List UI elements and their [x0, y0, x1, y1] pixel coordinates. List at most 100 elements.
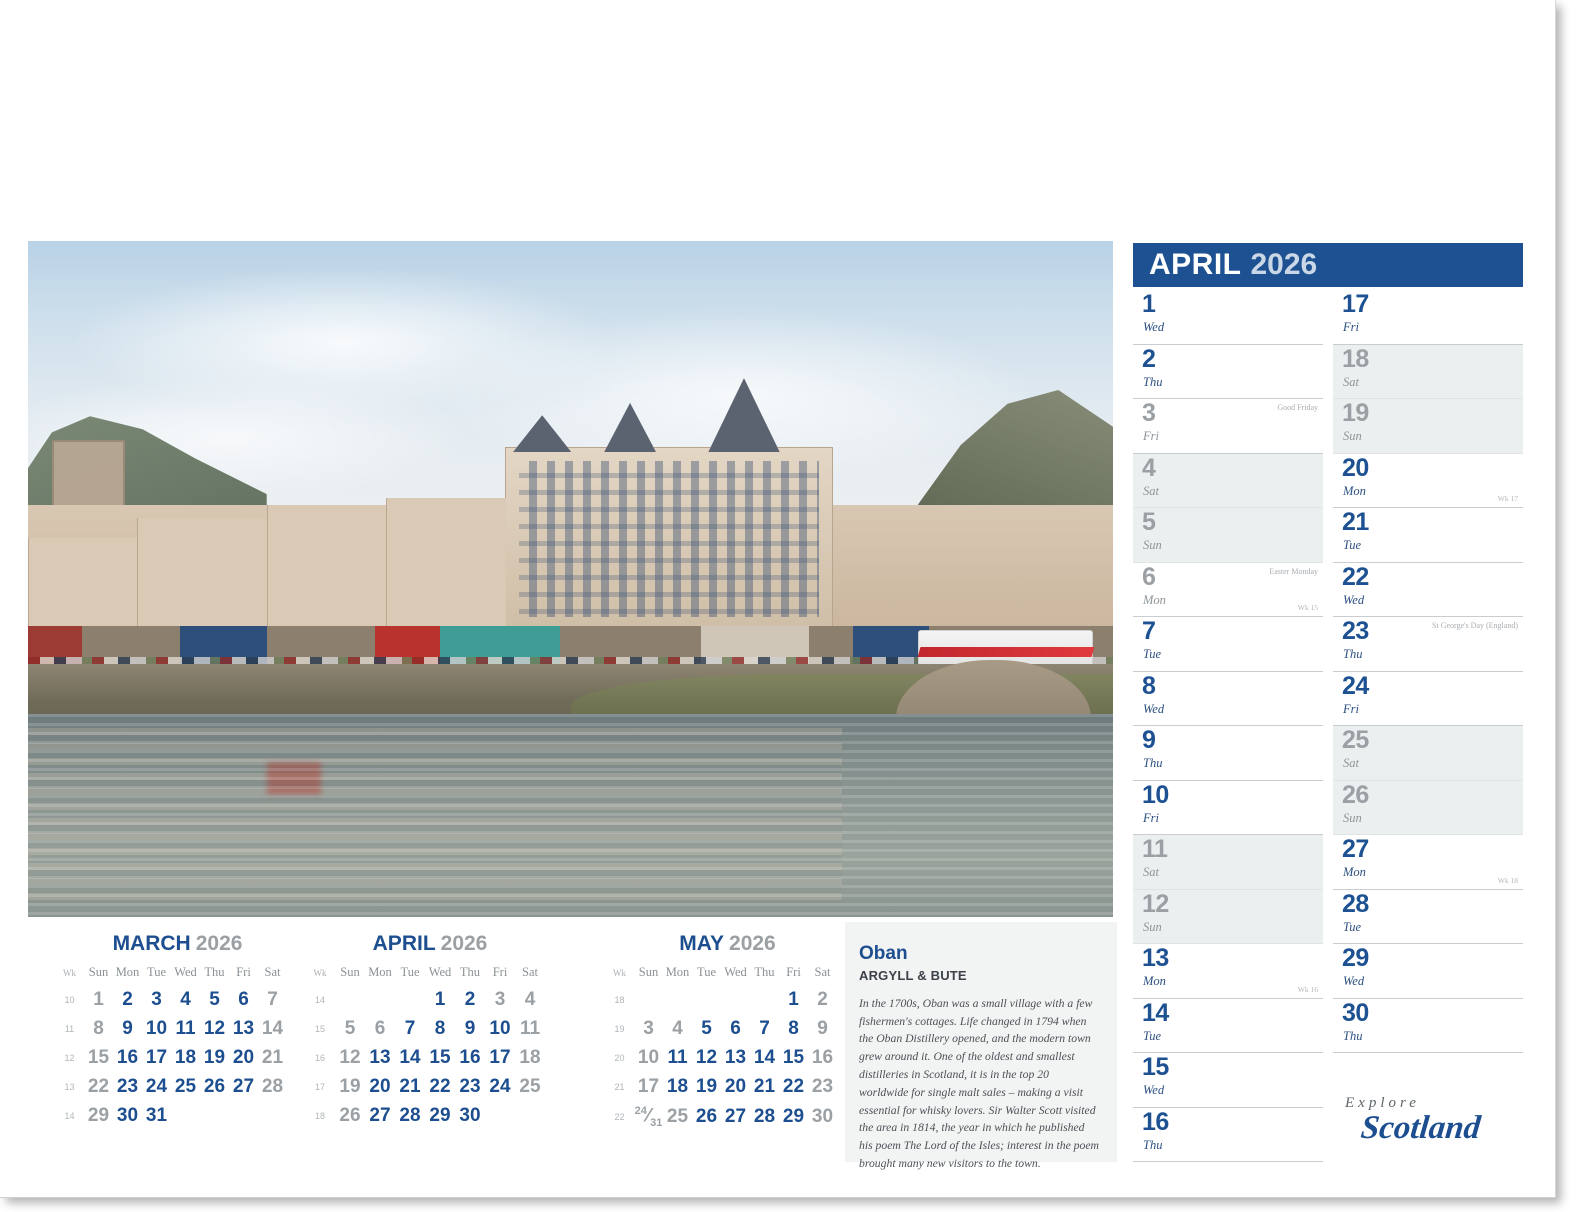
mini-day-2[interactable]: 2 — [113, 985, 142, 1014]
mini-day-7[interactable]: 7 — [395, 1014, 425, 1043]
mini-day-28[interactable]: 28 — [258, 1072, 287, 1101]
mini-day-9[interactable]: 9 — [455, 1014, 485, 1043]
mini-day-11[interactable]: 11 — [171, 1014, 200, 1043]
mini-day-19[interactable]: 19 — [200, 1043, 229, 1072]
mini-day-26[interactable]: 26 — [200, 1072, 229, 1101]
mini-day-8[interactable]: 8 — [779, 1014, 808, 1043]
mini-day-29[interactable]: 29 — [425, 1101, 455, 1130]
day-cell-16[interactable]: 16 Thu — [1133, 1107, 1323, 1162]
day-cell-8[interactable]: 8 Wed — [1133, 671, 1323, 726]
day-cell-1[interactable]: 1 Wed — [1133, 290, 1323, 345]
day-cell-5[interactable]: 5 Sun — [1133, 508, 1323, 563]
mini-day-31[interactable]: 31 — [142, 1101, 171, 1130]
mini-day-19[interactable]: 19 — [335, 1072, 365, 1101]
mini-day-27[interactable]: 27 — [721, 1101, 750, 1132]
mini-day-16[interactable]: 16 — [455, 1043, 485, 1072]
mini-day-6[interactable]: 6 — [365, 1014, 395, 1043]
mini-day-3[interactable]: 3 — [142, 985, 171, 1014]
day-cell-13[interactable]: 13 Mon Wk 16 — [1133, 944, 1323, 999]
day-cell-23[interactable]: 23 Thu St George's Day (England) — [1333, 617, 1523, 672]
day-cell-17[interactable]: 17 Fri — [1333, 290, 1523, 345]
mini-day-17[interactable]: 17 — [485, 1043, 515, 1072]
mini-day-13[interactable]: 13 — [229, 1014, 258, 1043]
mini-day-11[interactable]: 11 — [515, 1014, 545, 1043]
mini-day-12[interactable]: 12 — [692, 1043, 721, 1072]
day-cell-27[interactable]: 27 Mon Wk 18 — [1333, 835, 1523, 890]
mini-day-9[interactable]: 9 — [808, 1014, 837, 1043]
mini-day-28[interactable]: 28 — [750, 1101, 779, 1132]
mini-day-22[interactable]: 22 — [84, 1072, 113, 1101]
day-cell-24[interactable]: 24 Fri — [1333, 671, 1523, 726]
mini-day-15[interactable]: 15 — [84, 1043, 113, 1072]
mini-day-3[interactable]: 3 — [634, 1014, 663, 1043]
mini-day-1[interactable]: 1 — [425, 985, 455, 1014]
mini-day-24-31[interactable]: 24⁄31 — [634, 1101, 663, 1132]
mini-day-2[interactable]: 2 — [808, 985, 837, 1014]
day-cell-20[interactable]: 20 Mon Wk 17 — [1333, 453, 1523, 508]
mini-day-30[interactable]: 30 — [113, 1101, 142, 1130]
mini-day-18[interactable]: 18 — [171, 1043, 200, 1072]
mini-day-25[interactable]: 25 — [515, 1072, 545, 1101]
day-cell-11[interactable]: 11 Sat — [1133, 835, 1323, 890]
mini-day-21[interactable]: 21 — [750, 1072, 779, 1101]
mini-day-30[interactable]: 30 — [808, 1101, 837, 1132]
day-cell-30[interactable]: 30 Thu — [1333, 998, 1523, 1053]
day-cell-3[interactable]: 3 Fri Good Friday — [1133, 399, 1323, 454]
mini-day-23[interactable]: 23 — [113, 1072, 142, 1101]
day-cell-25[interactable]: 25 Sat — [1333, 726, 1523, 781]
day-cell-10[interactable]: 10 Fri — [1133, 780, 1323, 835]
mini-day-20[interactable]: 20 — [721, 1072, 750, 1101]
mini-day-1[interactable]: 1 — [84, 985, 113, 1014]
day-cell-14[interactable]: 14 Tue — [1133, 998, 1323, 1053]
mini-day-5[interactable]: 5 — [692, 1014, 721, 1043]
mini-day-23[interactable]: 23 — [808, 1072, 837, 1101]
mini-day-14[interactable]: 14 — [395, 1043, 425, 1072]
mini-day-7[interactable]: 7 — [258, 985, 287, 1014]
mini-day-4[interactable]: 4 — [515, 985, 545, 1014]
mini-day-18[interactable]: 18 — [515, 1043, 545, 1072]
mini-day-21[interactable]: 21 — [395, 1072, 425, 1101]
day-cell-15[interactable]: 15 Wed — [1133, 1053, 1323, 1108]
mini-day-6[interactable]: 6 — [229, 985, 258, 1014]
mini-day-7[interactable]: 7 — [750, 1014, 779, 1043]
mini-day-17[interactable]: 17 — [634, 1072, 663, 1101]
mini-day-22[interactable]: 22 — [425, 1072, 455, 1101]
mini-day-4[interactable]: 4 — [171, 985, 200, 1014]
day-cell-4[interactable]: 4 Sat — [1133, 453, 1323, 508]
mini-day-5[interactable]: 5 — [200, 985, 229, 1014]
day-cell-9[interactable]: 9 Thu — [1133, 726, 1323, 781]
mini-day-17[interactable]: 17 — [142, 1043, 171, 1072]
mini-day-20[interactable]: 20 — [229, 1043, 258, 1072]
day-cell-7[interactable]: 7 Tue — [1133, 617, 1323, 672]
mini-day-5[interactable]: 5 — [335, 1014, 365, 1043]
mini-day-20[interactable]: 20 — [365, 1072, 395, 1101]
mini-day-3[interactable]: 3 — [485, 985, 515, 1014]
mini-day-1[interactable]: 1 — [779, 985, 808, 1014]
mini-day-21[interactable]: 21 — [258, 1043, 287, 1072]
day-cell-2[interactable]: 2 Thu — [1133, 344, 1323, 399]
day-cell-6[interactable]: 6 Mon Easter Monday Wk 15 — [1133, 562, 1323, 617]
mini-day-14[interactable]: 14 — [750, 1043, 779, 1072]
mini-day-25[interactable]: 25 — [663, 1101, 692, 1132]
mini-day-11[interactable]: 11 — [663, 1043, 692, 1072]
mini-day-28[interactable]: 28 — [395, 1101, 425, 1130]
mini-day-27[interactable]: 27 — [365, 1101, 395, 1130]
mini-day-8[interactable]: 8 — [425, 1014, 455, 1043]
day-cell-18[interactable]: 18 Sat — [1333, 344, 1523, 399]
day-cell-19[interactable]: 19 Sun — [1333, 399, 1523, 454]
mini-day-25[interactable]: 25 — [171, 1072, 200, 1101]
mini-day-30[interactable]: 30 — [455, 1101, 485, 1130]
mini-day-15[interactable]: 15 — [779, 1043, 808, 1072]
mini-day-2[interactable]: 2 — [455, 985, 485, 1014]
mini-day-9[interactable]: 9 — [113, 1014, 142, 1043]
mini-day-13[interactable]: 13 — [721, 1043, 750, 1072]
mini-day-27[interactable]: 27 — [229, 1072, 258, 1101]
mini-day-24[interactable]: 24 — [142, 1072, 171, 1101]
mini-day-23[interactable]: 23 — [455, 1072, 485, 1101]
mini-day-16[interactable]: 16 — [113, 1043, 142, 1072]
day-cell-29[interactable]: 29 Wed — [1333, 944, 1523, 999]
mini-day-10[interactable]: 10 — [485, 1014, 515, 1043]
mini-day-26[interactable]: 26 — [692, 1101, 721, 1132]
mini-day-24[interactable]: 24 — [485, 1072, 515, 1101]
mini-day-18[interactable]: 18 — [663, 1072, 692, 1101]
